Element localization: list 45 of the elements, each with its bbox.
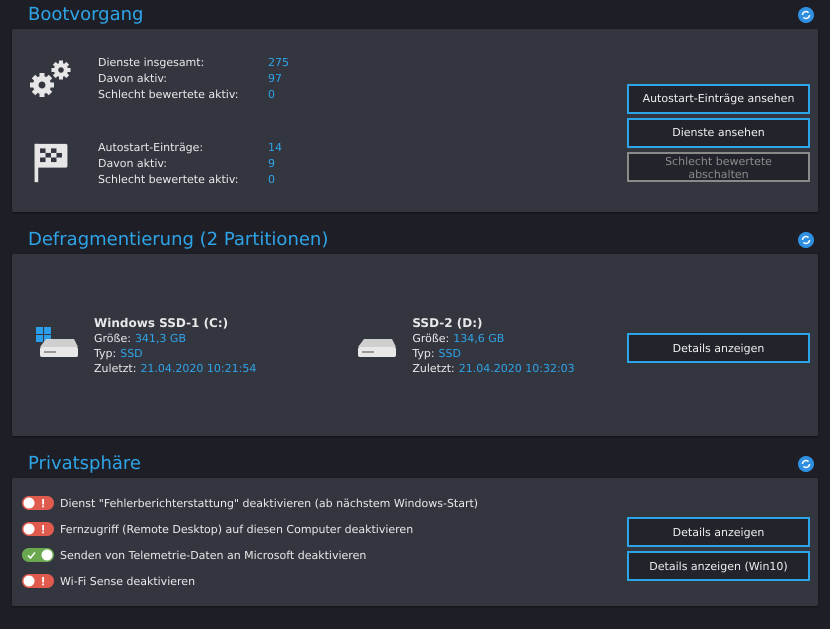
drive-label: Zuletzt: (94, 362, 136, 374)
drive-value: 134,6 GB (453, 332, 504, 344)
toggle-switch[interactable] (22, 548, 54, 562)
details-button[interactable]: Details anzeigen (627, 333, 810, 363)
stat-label: Dienste insgesamt: (98, 56, 206, 68)
section-title: Defragmentierung (2 Partitionen) (28, 229, 328, 250)
stat-value: 9 (268, 156, 276, 170)
drive-value: 21.04.2020 10:21:54 (140, 362, 256, 374)
stat-value: 275 (268, 56, 289, 68)
details-button[interactable]: Details anzeigen (627, 517, 810, 547)
drive-name: SSD-2 (D:) (412, 316, 484, 330)
stat-value: 0 (268, 172, 276, 186)
stat-value: 14 (268, 140, 282, 154)
stat-label: Autostart-Einträge: (98, 140, 204, 154)
toggle-switch[interactable] (22, 522, 54, 536)
stat-value: 97 (268, 72, 283, 84)
toggle-label: Wi-Fi Sense deaktivieren (60, 574, 196, 588)
toggle-label: Fernzugriff (Remote Desktop) auf diesen Computer deaktivieren (60, 522, 414, 536)
drive-value: 21.04.2020 10:32:03 (458, 362, 575, 374)
section-title: Privatsphäre (28, 453, 142, 474)
toggle-label: Dienst "Fehlerberichterstattung" deaktivieren (ab nächstem Windows-Start) (60, 496, 478, 510)
section-title: Bootvorgang (28, 4, 144, 25)
drive-label: Größe: (412, 332, 450, 344)
stat-label: Davon aktiv: (98, 156, 168, 170)
drive-label: Typ: (412, 346, 435, 360)
action-button[interactable]: Autostart-Einträge ansehen (627, 84, 810, 114)
toggle-switch[interactable] (22, 496, 54, 510)
stat-label: Schlecht bewertete aktiv: (98, 172, 240, 186)
drive-label: Größe: (94, 332, 131, 344)
drive-value: SSD (438, 346, 461, 360)
drive-value: 341,3 GB (134, 332, 186, 344)
stat-label: Schlecht bewertete aktiv: (98, 88, 240, 100)
refresh-icon[interactable] (798, 232, 814, 248)
stat-label: Davon aktiv: (98, 72, 168, 84)
drive-label: Typ: (94, 346, 116, 360)
toggle-label: Senden von Telemetrie-Daten an Microsoft deaktivieren (60, 548, 366, 562)
toggle-switch[interactable] (22, 574, 54, 588)
refresh-icon[interactable] (798, 6, 814, 22)
drive-name: Windows SSD-1 (C:) (94, 316, 230, 330)
drive-value: SSD (120, 346, 143, 360)
details-button[interactable]: Details anzeigen (Win10) (627, 551, 810, 581)
drive-label: Zuletzt: (412, 362, 455, 374)
action-button[interactable]: Dienste ansehen (627, 118, 810, 148)
stat-value: 0 (268, 88, 276, 100)
refresh-icon[interactable] (798, 456, 814, 472)
